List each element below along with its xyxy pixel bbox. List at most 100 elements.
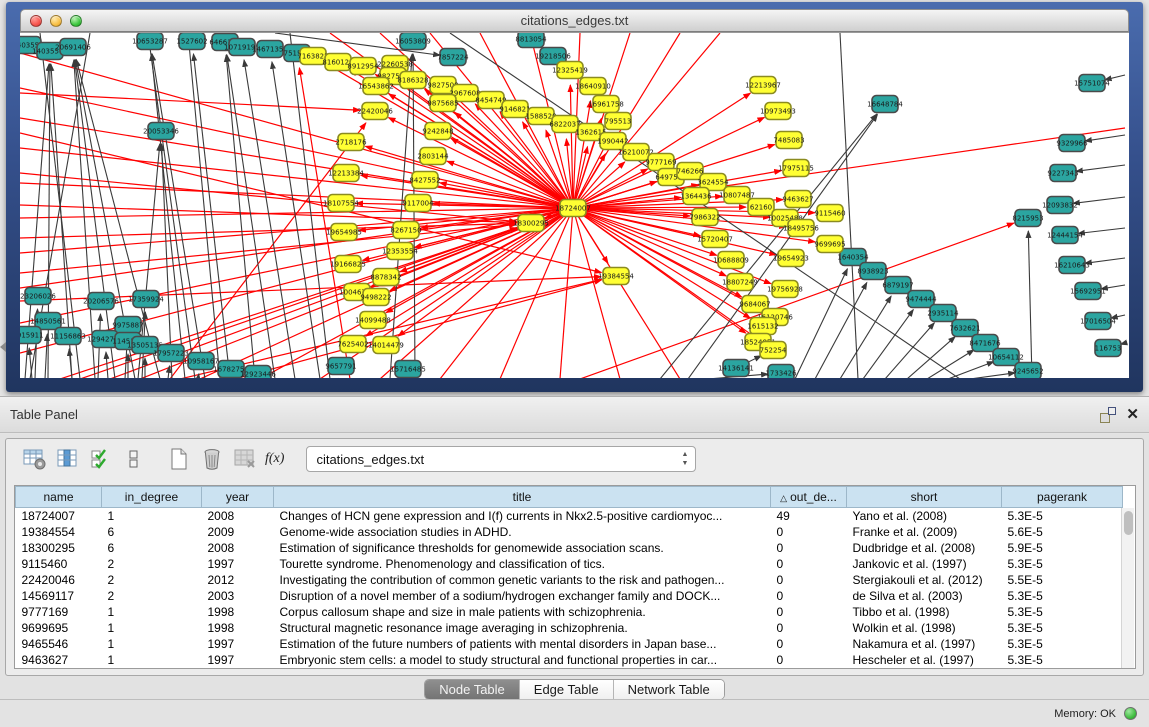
citation-edge-red[interactable] [20,224,516,273]
row-height-icon[interactable] [121,447,147,471]
table-cell[interactable]: Disruption of a novel member of a sodium… [274,588,771,604]
table-cell[interactable]: Tourette syndrome. Phenomenology and cla… [274,556,771,572]
graph-node[interactable]: 20206576 [83,293,119,310]
graph-node[interactable]: 7485083 [773,132,804,149]
graph-node[interactable]: 9463627 [782,191,813,208]
column-visibility-icon[interactable] [55,447,81,471]
graph-node[interactable]: 12213384 [328,165,364,182]
graph-node[interactable]: 8938923 [857,263,888,280]
table-cell[interactable]: 5.9E-5 [1002,540,1123,556]
graph-node[interactable]: 3915911 [20,327,44,344]
close-panel-icon[interactable]: ✕ [1126,407,1139,423]
citation-edge-black[interactable] [840,33,858,378]
graph-node[interactable]: 1733426 [765,365,797,379]
graph-node[interactable]: 9115460 [814,205,845,222]
citation-edge-black[interactable] [970,373,1015,378]
table-cell[interactable]: Wolkin et al. (1998) [847,620,1002,636]
graph-node[interactable]: 16543862 [358,78,394,95]
graph-node[interactable]: 2718176 [335,134,367,151]
graph-node[interactable]: 16053809 [395,33,431,50]
table-cell[interactable]: Estimation of the future numbers of pati… [274,636,771,652]
column-header-short[interactable]: short [847,487,1002,508]
table-cell[interactable]: Nakamura et al. (1997) [847,636,1002,652]
citation-edge-black[interactable] [106,352,108,378]
graph-node[interactable]: 9975887 [112,317,143,334]
table-cell[interactable]: Investigating the contribution of common… [274,572,771,588]
select-rows-icon[interactable] [88,447,114,471]
graph-node[interactable]: 1527602 [176,33,207,50]
graph-node[interactable]: 2935114 [927,305,959,322]
graph-node[interactable]: 116753 [1095,340,1122,357]
table-cell[interactable]: 18724007 [16,508,102,524]
graph-node[interactable]: 19166825 [330,256,366,273]
table-cell[interactable]: 9465546 [16,636,102,652]
table-cell[interactable]: 9463627 [16,652,102,668]
citation-edge-black[interactable] [45,334,47,378]
graph-node[interactable]: 15692951 [1070,283,1106,300]
graph-node[interactable]: 10973493 [760,103,796,120]
table-cell[interactable]: 2008 [202,508,274,524]
column-header-in-degree[interactable]: in_degree [102,487,202,508]
graph-node[interactable]: 11156863 [50,328,86,345]
graph-node[interactable]: 8912954 [347,58,379,75]
graph-node[interactable]: 18495756 [783,220,819,237]
table-cell[interactable]: 1 [102,508,202,524]
table-cell[interactable]: 2008 [202,540,274,556]
table-row[interactable]: 2242004622012Investigating the contribut… [16,572,1123,588]
table-cell[interactable]: 5.5E-5 [1002,572,1123,588]
graph-node[interactable]: 14099488 [355,312,391,329]
graph-node[interactable]: 19756928 [767,281,803,298]
table-cell[interactable]: Jankovic et al. (1997) [847,556,1002,572]
graph-node[interactable]: 12213967 [745,77,781,94]
graph-node[interactable]: 1364436 [680,188,712,205]
table-cell[interactable]: 0 [771,524,847,540]
citation-edge-black[interactable] [840,296,891,378]
table-cell[interactable]: 5.3E-5 [1002,652,1123,668]
graph-node[interactable]: 19654923 [773,250,809,267]
graph-node[interactable]: 9699695 [814,236,845,253]
graph-node[interactable]: 19384554 [598,268,634,285]
table-row[interactable]: 911546021997Tourette syndrome. Phenomeno… [16,556,1123,572]
table-cell[interactable]: Corpus callosum shape and size in male p… [274,604,771,620]
graph-node[interactable]: 9657791 [325,358,356,375]
column-header-title[interactable]: title [274,487,771,508]
table-cell[interactable]: 22420046 [16,572,102,588]
citation-edge-black[interactable] [188,33,220,378]
table-cell[interactable]: 1997 [202,636,274,652]
table-cell[interactable]: Genome-wide association studies in ADHD. [274,524,771,540]
tab-edge-table[interactable]: Edge Table [520,680,614,699]
table-cell[interactable]: 19384554 [16,524,102,540]
table-cell[interactable]: 49 [771,508,847,524]
window-titlebar[interactable]: citations_edges.txt [20,9,1129,32]
table-cell[interactable]: 5.3E-5 [1002,604,1123,620]
table-cell[interactable]: Hescheler et al. (1997) [847,652,1002,668]
graph-node[interactable]: 18807249 [722,274,758,291]
table-cell[interactable]: Yano et al. (2008) [847,508,1002,524]
column-header-name[interactable]: name [16,487,102,508]
scrollbar-thumb[interactable] [1124,511,1133,535]
column-header-pagerank[interactable]: pagerank [1002,487,1123,508]
graph-node[interactable]: 2803144 [417,148,449,165]
table-cell[interactable]: 2 [102,572,202,588]
graph-node[interactable]: 10653287 [132,33,168,50]
graph-node[interactable]: 12325419 [552,62,588,79]
graph-node[interactable]: 12444154 [1047,227,1083,244]
table-cell[interactable]: Structural magnetic resonance image aver… [274,620,771,636]
table-cell[interactable]: 6 [102,524,202,540]
table-cell[interactable]: 1 [102,604,202,620]
graph-node[interactable]: 752254 [760,342,787,359]
table-cell[interactable]: 1 [102,620,202,636]
graph-node[interactable]: 12923446 [240,366,276,379]
graph-node[interactable]: 18107554 [323,195,359,212]
graph-node[interactable]: 14014479 [368,337,404,354]
graph-node[interactable]: 17016504 [1080,313,1116,330]
table-cell[interactable]: 2003 [202,588,274,604]
citation-edge-black[interactable] [162,144,172,378]
graph-node[interactable]: 15720407 [697,231,733,248]
table-row[interactable]: 969969511998Structural magnetic resonanc… [16,620,1123,636]
table-cell[interactable]: 0 [771,556,847,572]
graph-node[interactable]: 9245652 [1012,363,1043,379]
table-cell[interactable]: 0 [771,652,847,668]
graph-node[interactable]: 9498222 [360,289,391,306]
graph-node[interactable]: 22420046 [357,103,393,120]
